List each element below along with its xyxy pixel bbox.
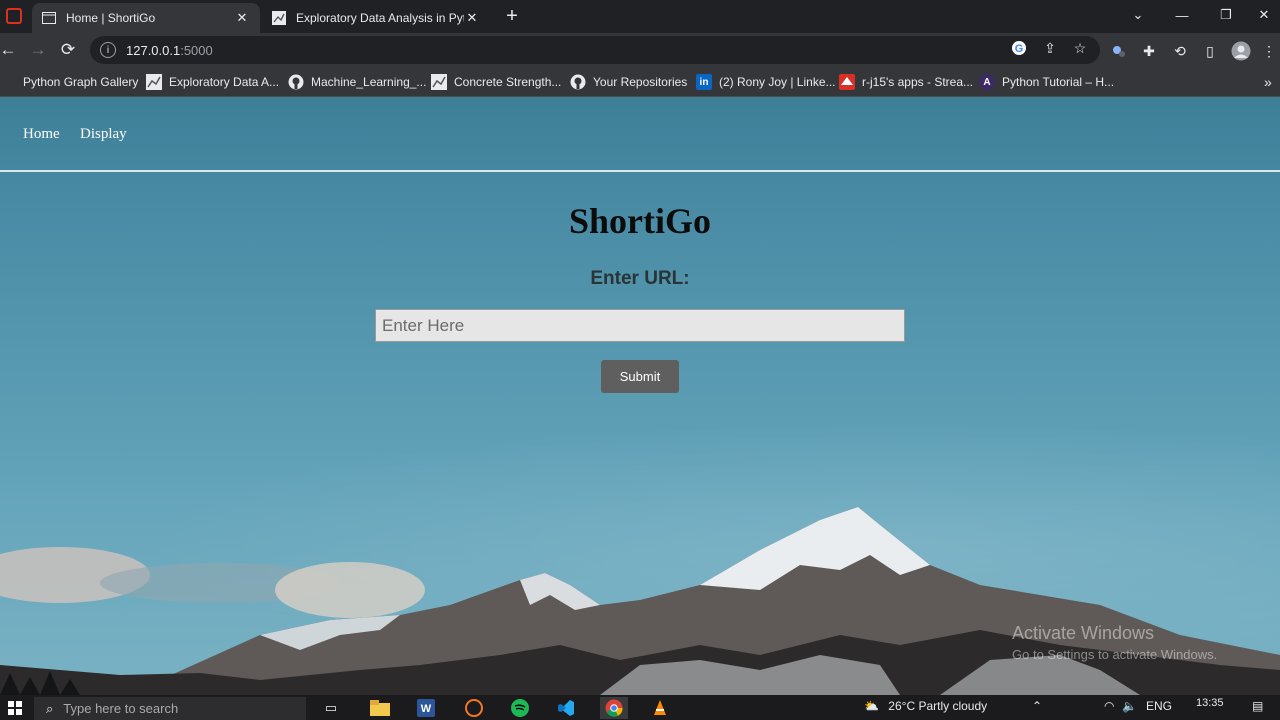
github-icon — [570, 74, 586, 90]
bookmark-label: Python Tutorial – H... — [1002, 75, 1115, 89]
bookmark-exploratory-data[interactable]: Exploratory Data A... — [146, 73, 279, 91]
browser-menu-icon[interactable] — [6, 8, 22, 24]
new-tab-button[interactable]: + — [500, 4, 524, 28]
weather-widget[interactable]: ⛅ 26°C Partly cloudy — [864, 699, 987, 713]
python-gallery-icon — [4, 74, 16, 90]
google-lens-icon[interactable]: G — [1009, 38, 1029, 58]
svg-text:G: G — [1015, 43, 1024, 55]
analytics-chart-icon — [146, 74, 162, 90]
streamlit-icon — [839, 74, 855, 90]
reload-icon[interactable]: ⟳ — [56, 38, 80, 62]
site-navbar: Home Display — [0, 97, 1280, 172]
watermark-title: Activate Windows — [1012, 623, 1155, 643]
nav-home-link[interactable]: Home — [23, 126, 60, 143]
bookmark-machine-learning[interactable]: Machine_Learning_... — [288, 73, 426, 91]
profile-avatar[interactable] — [1230, 40, 1252, 62]
activate-windows-watermark: Activate Windows Go to Settings to activ… — [1012, 623, 1217, 662]
bookmark-your-repositories[interactable]: Your Repositories — [570, 73, 687, 91]
mountain-background-image — [0, 507, 1280, 695]
chrome-app-icon[interactable] — [600, 697, 628, 719]
github-icon — [288, 74, 304, 90]
address-bar[interactable]: i 127.0.0.1 :5000 — [90, 36, 1100, 64]
jupyter-app-icon[interactable] — [460, 697, 488, 719]
tab-search-chevron-icon[interactable]: ⌄ — [1116, 0, 1160, 30]
page-favicon-icon — [42, 11, 56, 25]
extension-icon[interactable] — [1108, 40, 1130, 62]
file-explorer-icon[interactable] — [366, 697, 394, 719]
windows-taskbar: ⌕ Type here to search ▭ W ⛅ 26°C Partly … — [0, 695, 1280, 720]
weather-text: 26°C Partly cloudy — [888, 699, 988, 713]
share-icon[interactable]: ⇪ — [1040, 38, 1060, 58]
analytics-chart-icon — [272, 11, 286, 25]
watermark-subtitle: Go to Settings to activate Windows. — [1012, 647, 1218, 662]
page-viewport: Home Display ShortiGo Enter URL: Submit … — [0, 97, 1280, 695]
bookmark-python-graph-gallery[interactable]: Python Graph Gallery — [4, 73, 138, 91]
forward-arrow-icon[interactable]: → — [26, 38, 50, 62]
vlc-app-icon[interactable] — [646, 697, 674, 719]
show-hidden-icons-chevron-icon[interactable]: ⌃ — [1032, 699, 1042, 713]
bookmark-label: (2) Rony Joy | Linke... — [719, 75, 836, 89]
browser-tab-strip: Home | ShortiGo ✕ Exploratory Data Analy… — [0, 0, 1280, 33]
bookmark-linkedin[interactable]: in (2) Rony Joy | Linke... — [696, 73, 836, 91]
more-bookmarks-chevron-icon[interactable]: » — [1264, 73, 1272, 91]
python-tutorial-icon: A — [979, 74, 995, 90]
volume-icon[interactable]: 🔈 — [1122, 699, 1137, 713]
tab-exploratory-data-analysis[interactable]: Exploratory Data Analysis in Pyth ✕ — [262, 3, 490, 33]
url-input[interactable] — [375, 309, 905, 342]
tab-title: Exploratory Data Analysis in Pyth — [296, 11, 464, 25]
restore-window-icon[interactable]: ❐ — [1204, 0, 1248, 30]
side-panel-icon[interactable]: ▯ — [1199, 40, 1221, 62]
close-window-icon[interactable]: ✕ — [1248, 0, 1280, 30]
tab-home-shortigo[interactable]: Home | ShortiGo ✕ — [32, 3, 260, 33]
bookmark-label: Machine_Learning_... — [311, 75, 427, 89]
search-icon: ⌕ — [46, 700, 54, 716]
bookmarks-bar: Python Graph Gallery Exploratory Data A.… — [0, 67, 1280, 97]
extensions-puzzle-icon[interactable]: ✚ — [1138, 40, 1160, 62]
bookmark-label: Exploratory Data A... — [169, 75, 280, 89]
bookmark-label: Python Graph Gallery — [23, 75, 139, 89]
bookmark-label: Concrete Strength... — [454, 75, 562, 89]
browser-menu-kebab-icon[interactable]: ⋮ — [1258, 40, 1280, 62]
vscode-app-icon[interactable] — [552, 697, 580, 719]
close-tab-icon[interactable]: ✕ — [464, 10, 480, 26]
sync-icon[interactable]: ⟲ — [1169, 40, 1191, 62]
address-host: 127.0.0.1 — [126, 42, 181, 58]
clock-time[interactable]: 13:35 — [1196, 697, 1224, 709]
page-title: ShortiGo — [568, 201, 711, 241]
nav-display-link[interactable]: Display — [80, 126, 127, 143]
analytics-chart-icon — [431, 74, 447, 90]
taskbar-search-input[interactable]: ⌕ Type here to search — [34, 697, 306, 720]
bookmark-streamlit-apps[interactable]: r-j15's apps - Strea... — [839, 73, 973, 91]
close-tab-icon[interactable]: ✕ — [234, 10, 250, 26]
language-indicator[interactable]: ENG — [1146, 699, 1172, 713]
bookmark-concrete-strength[interactable]: Concrete Strength... — [431, 73, 561, 91]
task-view-icon[interactable]: ▭ — [317, 697, 345, 719]
svg-text:W: W — [421, 703, 432, 715]
taskbar-search-placeholder: Type here to search — [63, 701, 179, 716]
bookmark-star-icon[interactable]: ☆ — [1070, 38, 1090, 58]
minimize-window-icon[interactable]: — — [1160, 0, 1204, 30]
back-arrow-icon[interactable]: ← — [0, 38, 20, 62]
spotify-app-icon[interactable] — [506, 697, 534, 719]
submit-button[interactable]: Submit — [601, 360, 679, 393]
tab-title: Home | ShortiGo — [66, 11, 156, 25]
word-app-icon[interactable]: W — [412, 697, 440, 719]
linkedin-icon: in — [696, 74, 712, 90]
partly-cloudy-icon: ⛅ — [864, 699, 879, 713]
notification-center-icon[interactable]: ▤ — [1252, 699, 1263, 713]
address-port: :5000 — [180, 42, 213, 58]
bookmark-python-tutorial[interactable]: A Python Tutorial – H... — [979, 73, 1114, 91]
browser-toolbar: ← → ⟳ i 127.0.0.1 :5000 G ⇪ ☆ ✚ ⟲ ▯ ⋮ — [0, 33, 1280, 67]
network-icon[interactable]: ◠ — [1104, 699, 1114, 713]
bookmark-label: r-j15's apps - Strea... — [862, 75, 973, 89]
windows-start-icon[interactable] — [0, 695, 30, 720]
bookmark-label: Your Repositories — [593, 75, 688, 89]
site-info-icon[interactable]: i — [100, 42, 116, 58]
url-field-label: Enter URL: — [590, 268, 690, 289]
